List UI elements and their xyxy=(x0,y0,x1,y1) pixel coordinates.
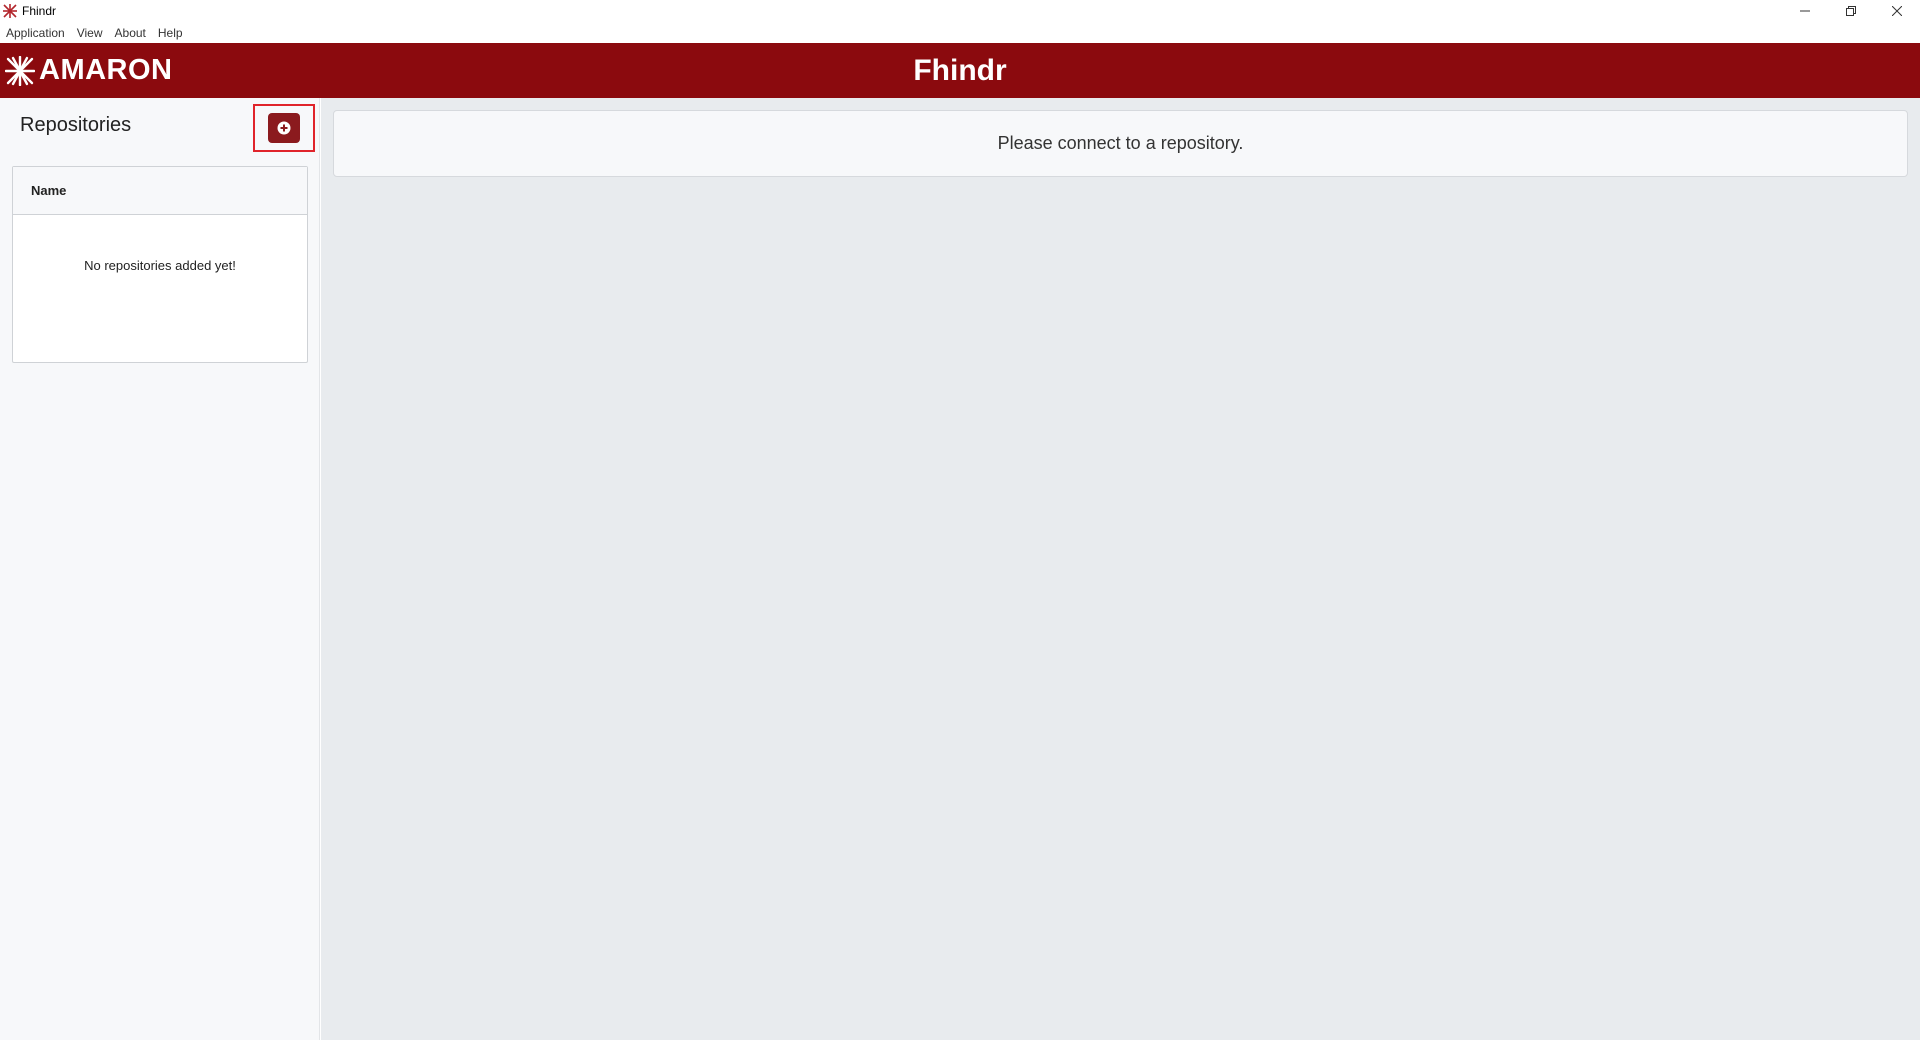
restore-button[interactable] xyxy=(1828,0,1874,22)
minimize-button[interactable] xyxy=(1782,0,1828,22)
window-titlebar: Fhindr xyxy=(0,0,1920,22)
empty-state-message: No repositories added yet! xyxy=(84,257,236,273)
sidebar-title: Repositories xyxy=(20,114,132,136)
logo-mark-icon xyxy=(5,55,35,86)
menu-application[interactable]: Application xyxy=(6,26,65,40)
app-icon xyxy=(2,3,18,19)
menu-view[interactable]: View xyxy=(77,26,103,40)
repository-table: Name No repositories added yet! xyxy=(12,166,308,363)
app-title: Fhindr xyxy=(913,53,1007,87)
close-icon xyxy=(1892,6,1902,16)
column-header-name[interactable]: Name xyxy=(13,167,307,215)
menu-bar: Application View About Help xyxy=(0,22,1920,43)
minimize-icon xyxy=(1800,10,1810,12)
connect-notice: Please connect to a repository. xyxy=(333,110,1908,177)
logo-text: AMARON xyxy=(39,54,173,86)
sidebar: Repositories Name No repositories added … xyxy=(0,98,320,1040)
menu-help[interactable]: Help xyxy=(158,26,183,40)
main-content: Please connect to a repository. xyxy=(321,98,1920,1040)
app-header: AMARON Fhindr xyxy=(0,43,1920,98)
plus-circle-icon xyxy=(277,121,291,135)
window-controls xyxy=(1782,0,1920,22)
restore-icon xyxy=(1846,6,1856,16)
add-repository-highlight xyxy=(253,104,315,152)
menu-about[interactable]: About xyxy=(115,26,146,40)
add-repository-button[interactable] xyxy=(268,113,300,143)
close-button[interactable] xyxy=(1874,0,1920,22)
window-title: Fhindr xyxy=(22,4,57,18)
brand-logo: AMARON xyxy=(5,43,173,98)
